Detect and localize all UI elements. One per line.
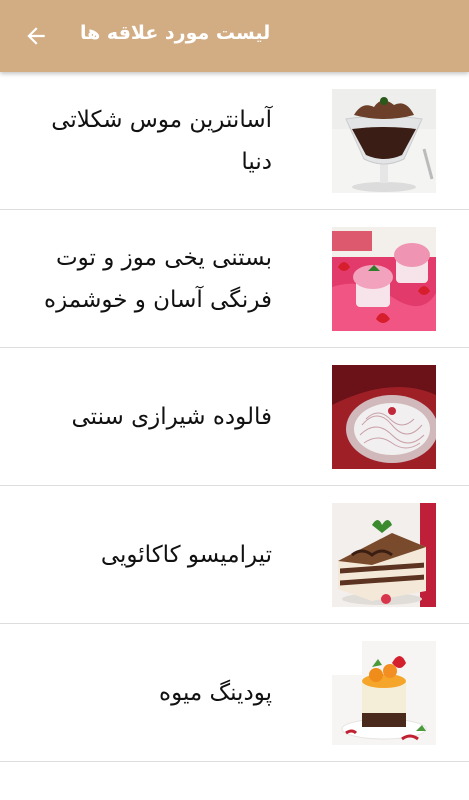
back-button[interactable] bbox=[14, 14, 58, 58]
item-title: فالوده شیرازی سنتی bbox=[71, 403, 272, 430]
item-title: تیرامیسو کاکائویی bbox=[100, 541, 272, 568]
faloodeh-image bbox=[332, 365, 436, 469]
item-title: پودینگ میوه bbox=[159, 679, 272, 706]
cocoa-tiramisu-image bbox=[332, 503, 436, 607]
list-item[interactable]: پودینگ میوه bbox=[0, 624, 469, 762]
list-item[interactable]: فالوده شیرازی سنتی bbox=[0, 348, 469, 486]
app-bar: لیست مورد علاقه ها bbox=[0, 0, 469, 72]
favorites-list: آسانترین موس شکلاتی دنیا بستنی یخی موز و… bbox=[0, 72, 469, 762]
fruit-pudding-image bbox=[332, 641, 436, 745]
list-item[interactable]: تیرامیسو کاکائویی bbox=[0, 486, 469, 624]
page-title: لیست مورد علاقه ها bbox=[80, 22, 271, 44]
item-title: بستنی یخی موز و توت فرنگی آسان و خوشمزه bbox=[44, 244, 272, 313]
chocolate-mousse-image bbox=[332, 89, 436, 193]
strawberry-ice-cream-image bbox=[332, 227, 436, 331]
arrow-left-icon bbox=[27, 27, 45, 45]
list-item[interactable]: آسانترین موس شکلاتی دنیا bbox=[0, 72, 469, 210]
item-title: آسانترین موس شکلاتی دنیا bbox=[51, 106, 272, 175]
list-item[interactable]: بستنی یخی موز و توت فرنگی آسان و خوشمزه bbox=[0, 210, 469, 348]
